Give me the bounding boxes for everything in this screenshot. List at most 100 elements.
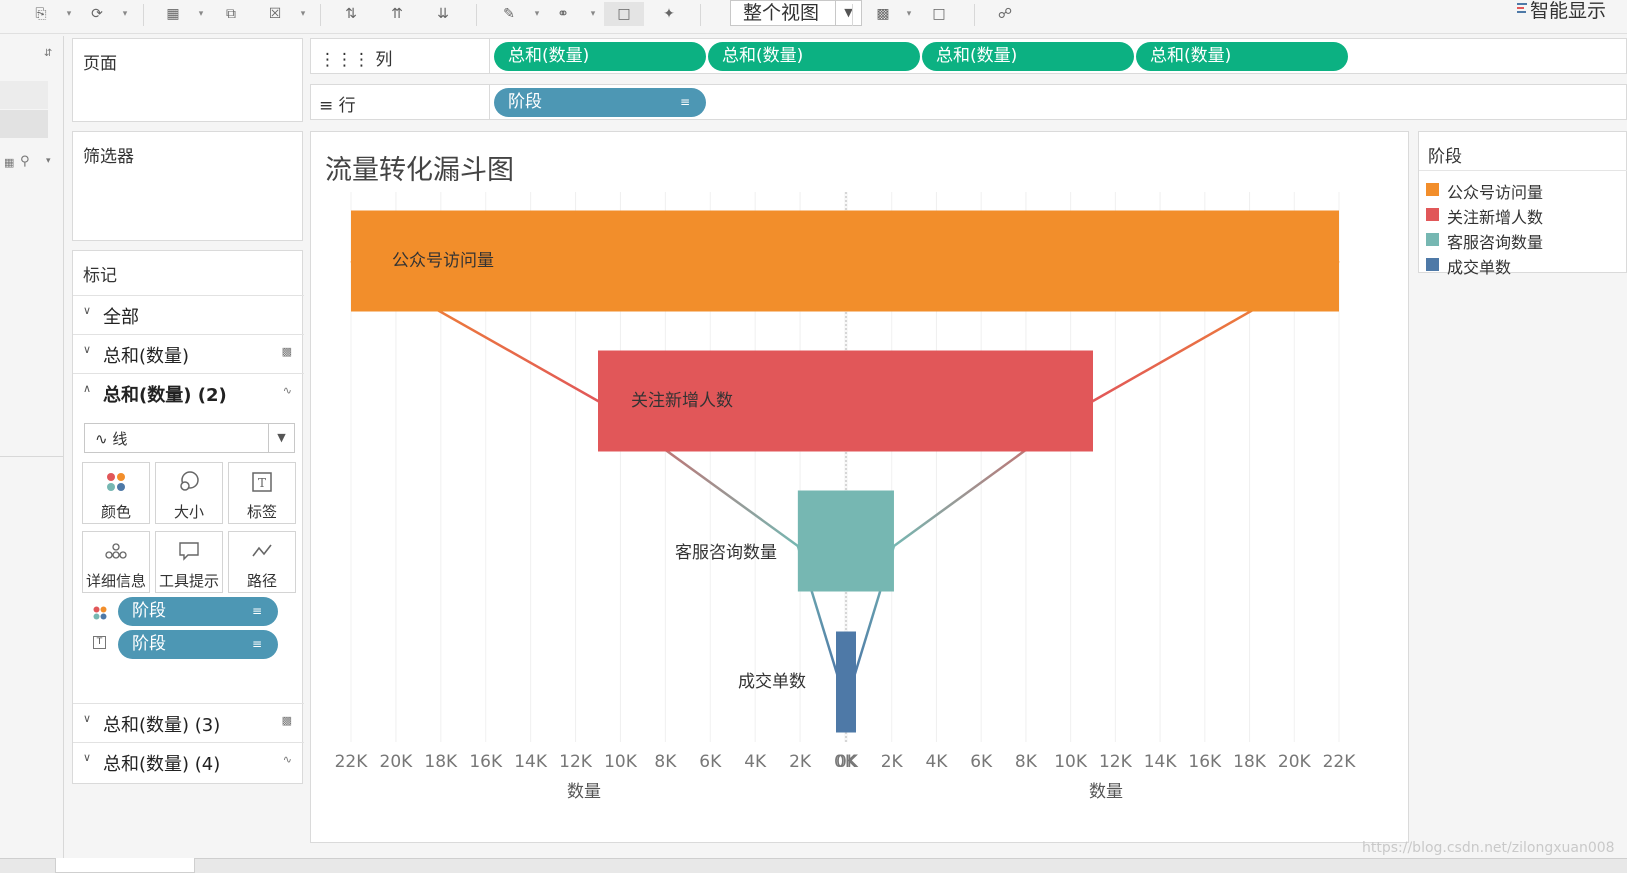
chevron-down-icon[interactable]: ▾ — [904, 2, 914, 26]
label-button[interactable]: T 标签 — [228, 462, 296, 524]
chevron-down-icon[interactable]: ▼ — [835, 1, 861, 25]
path-label: 路径 — [246, 572, 277, 590]
tooltip-button[interactable]: 工具提示 — [155, 531, 223, 593]
chevron-down-icon[interactable]: ▾ — [298, 2, 308, 26]
bar-icon: ▩ — [281, 345, 292, 358]
share-icon[interactable]: ☍ — [994, 2, 1016, 26]
size-button[interactable]: 大小 — [155, 462, 223, 524]
x-tick-label: 2K — [789, 752, 812, 772]
marks-card-sum-3[interactable]: ∨ 总和(数量) (3) ▩ — [73, 703, 304, 742]
x-tick-label: 4K — [744, 752, 767, 772]
columns-icon: ⋮⋮⋮ — [319, 50, 376, 70]
chevron-down-icon[interactable]: ▾ — [64, 2, 74, 26]
column-pill[interactable]: 总和(数量) — [1136, 42, 1348, 71]
presentation-icon[interactable]: □ — [928, 2, 950, 26]
sort-icon: ≡ — [251, 604, 262, 618]
watermark: https://blog.csdn.net/zilongxuan008 — [1362, 840, 1615, 856]
x-axis-title-right: 数量 — [1089, 782, 1123, 802]
mark-type-select[interactable]: ∿ 线 ▼ — [84, 423, 295, 453]
shelf-divider — [489, 39, 490, 73]
swap-axes-icon[interactable]: ⇅ — [340, 2, 362, 26]
chart-view[interactable]: 流量转化漏斗图 公众号访问量 关注新增人数 客服咨询数量 成交单数 22K 20K 18K… — [310, 131, 1409, 843]
label-pill[interactable]: 阶段 ≡ — [118, 630, 278, 659]
x-tick-label: 10K — [1054, 752, 1088, 772]
show-labels-icon[interactable]: □ — [604, 2, 644, 26]
legend-swatch — [1426, 233, 1439, 246]
pill-label: 总和(数量) — [508, 46, 590, 66]
line-icon: ∿ — [95, 430, 113, 448]
sort-descending-icon[interactable]: ⇊ — [432, 2, 454, 26]
group-icon[interactable]: ⚭ — [552, 2, 574, 26]
view-size-select[interactable]: 整个视图 ▼ — [730, 0, 862, 26]
marks-card-sum-2[interactable]: ∧ 总和(数量) (2) ∿ — [73, 373, 304, 412]
rows-label: 行 — [338, 96, 356, 116]
column-pill[interactable]: 总和(数量) — [494, 42, 706, 71]
x-tick-label: 6K — [699, 752, 722, 772]
x-tick-label: 12K — [1099, 752, 1133, 772]
search-icon[interactable]: ⚲ — [20, 154, 30, 169]
pin-icon[interactable]: ✦ — [658, 2, 680, 26]
chevron-down-icon: ∨ — [83, 712, 92, 725]
marks-card-sum-1[interactable]: ∨ 总和(数量) ▩ — [73, 334, 304, 373]
pill-label: 总和(数量) — [722, 46, 804, 66]
highlight-icon[interactable]: ✎ — [498, 2, 520, 26]
clear-sheet-icon[interactable]: ☒ — [264, 2, 286, 26]
marks-card-sum-4[interactable]: ∨ 总和(数量) (4) ∿ — [73, 742, 304, 781]
x-tick-label: 6K — [970, 752, 993, 772]
chevron-down-icon[interactable]: ▾ — [532, 2, 542, 26]
chevron-down-icon[interactable]: ▾ — [588, 2, 598, 26]
columns-shelf[interactable]: ⋮⋮⋮ 列 总和(数量) 总和(数量) 总和(数量) 总和(数量) — [310, 38, 1627, 74]
tooltip-icon — [156, 540, 222, 562]
view-size-value: 整个视图 — [743, 2, 820, 24]
column-pill[interactable]: 总和(数量) — [708, 42, 920, 71]
new-sheet-icon[interactable]: ▦ — [162, 2, 184, 26]
chevron-down-icon[interactable]: ▾ — [196, 2, 206, 26]
filters-panel[interactable]: 筛选器 — [72, 131, 303, 241]
color-encoding-icon — [93, 605, 107, 624]
smart-show-button[interactable]: 智能显示 — [1530, 0, 1606, 22]
funnel-bar — [797, 490, 894, 592]
sort-icon: ≡ — [679, 95, 690, 109]
save-icon[interactable]: ⎘ — [30, 2, 52, 26]
pages-panel[interactable]: 页面 — [72, 38, 303, 122]
color-button[interactable]: 颜色 — [82, 462, 150, 524]
chevron-down-icon[interactable]: ▾ — [46, 156, 51, 166]
chevron-down-icon[interactable]: ▾ — [120, 2, 130, 26]
duplicate-sheet-icon[interactable]: ⧉ — [220, 2, 242, 26]
sort-ascending-icon[interactable]: ⇈ — [386, 2, 408, 26]
color-icon — [83, 471, 149, 493]
marks-card-all[interactable]: ∨ 全部 — [73, 295, 304, 334]
column-pill[interactable]: 总和(数量) — [922, 42, 1134, 71]
chevron-down-icon: ∨ — [83, 751, 92, 764]
path-button[interactable]: 路径 — [228, 531, 296, 593]
funnel-chart[interactable]: 公众号访问量关注新增人数客服咨询数量成交单数 22K 20K 18K 16K 14K 12… — [311, 132, 1408, 842]
row-pill[interactable]: 阶段 ≡ — [494, 88, 706, 117]
sheet-tab[interactable] — [55, 858, 195, 873]
chevron-up-icon: ∧ — [83, 382, 92, 395]
refresh-icon[interactable]: ⟳ — [86, 2, 108, 26]
x-tick-label: 16K — [469, 752, 503, 772]
chevron-down-icon[interactable]: ▼ — [268, 424, 294, 452]
color-label: 颜色 — [100, 503, 131, 521]
pill-label: 阶段 — [132, 634, 166, 654]
category-label: 关注新增人数 — [631, 391, 733, 411]
show-cards-icon[interactable]: ▩ — [872, 2, 894, 26]
funnel-bar — [351, 210, 1339, 312]
grid-icon[interactable]: ▦ — [4, 156, 14, 169]
pill-label: 总和(数量) — [936, 46, 1018, 66]
toolbar-divider — [700, 4, 701, 26]
color-pill[interactable]: 阶段 ≡ — [118, 597, 278, 626]
x-tick-label: 8K — [654, 752, 677, 772]
detail-button[interactable]: 详细信息 — [82, 531, 150, 593]
bar-icon: ▩ — [281, 714, 292, 727]
color-legend[interactable]: 阶段 公众号访问量 关注新增人数 客服咨询数量 成交单数 — [1418, 131, 1627, 277]
pages-title: 页面 — [83, 54, 117, 74]
smart-show-icon[interactable] — [1517, 3, 1527, 17]
mark-type-value: 线 — [112, 430, 128, 448]
sort-icon[interactable]: ⇵ — [44, 48, 52, 59]
x-tick-label: 12K — [559, 752, 593, 772]
legend-swatch — [1426, 183, 1439, 196]
sheet-tabs-bar[interactable] — [0, 858, 1627, 873]
x-tick-label: 22K — [335, 752, 369, 772]
rows-shelf[interactable]: ≡ 行 阶段 ≡ — [310, 84, 1627, 120]
